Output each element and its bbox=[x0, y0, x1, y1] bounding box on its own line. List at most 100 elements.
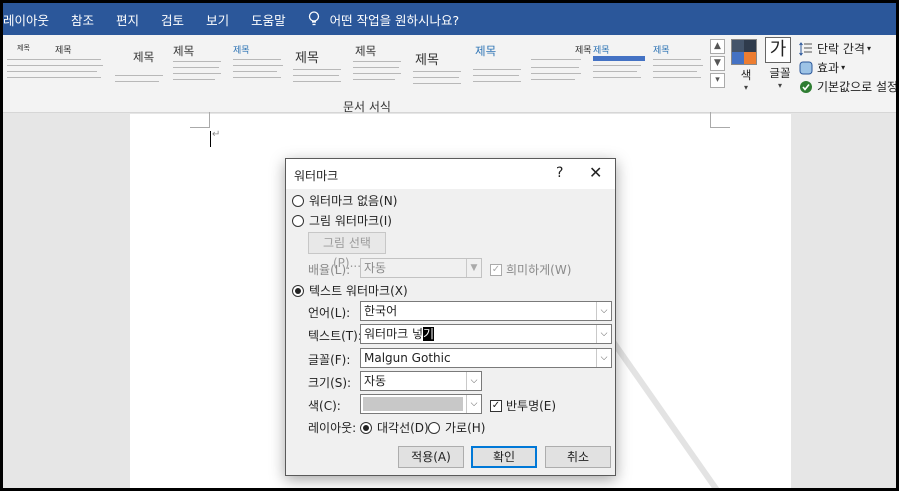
gallery-more-icon[interactable]: ▾ bbox=[710, 73, 725, 88]
menu-view[interactable]: 보기 bbox=[206, 10, 229, 29]
horizontal-label: 가로(H) bbox=[445, 421, 486, 435]
close-button[interactable]: ✕ bbox=[589, 163, 602, 182]
style-thumb[interactable]: 제목 bbox=[653, 41, 705, 91]
style-thumb[interactable]: 제목 bbox=[473, 41, 525, 91]
ribbon: 제목 제목 제목 제목 제목 제목 제목 제목 제목 제목 제목 제목 ▲ ▼ … bbox=[3, 35, 896, 114]
semitransparent-option[interactable]: ✓ 반투명(E) bbox=[490, 397, 556, 414]
size-value: 자동 bbox=[364, 374, 387, 388]
text-label: 텍스트(T): bbox=[308, 329, 362, 343]
text-watermark-option[interactable]: 텍스트 워터마크(X) bbox=[292, 282, 408, 299]
paragraph-spacing-label: 단락 간격 bbox=[817, 42, 865, 56]
picture-watermark-label: 그림 워터마크(I) bbox=[309, 214, 392, 228]
style-thumb-title: 제목 bbox=[475, 44, 497, 58]
text-value-selection: 기 bbox=[423, 327, 435, 341]
horizontal-option[interactable]: 가로(H) bbox=[428, 419, 485, 436]
picture-watermark-option[interactable]: 그림 워터마크(I) bbox=[292, 212, 392, 229]
font-label: 글꼴(F): bbox=[308, 353, 351, 367]
style-thumb-title: 제목 bbox=[173, 44, 195, 58]
style-thumb[interactable]: 제목 bbox=[7, 41, 59, 91]
tell-me-box[interactable]: 어떤 작업을 원하시나요? bbox=[308, 10, 460, 29]
style-thumb[interactable]: 제목 bbox=[593, 41, 645, 91]
semitransparent-checkbox[interactable]: ✓ bbox=[490, 399, 502, 412]
chevron-down-icon: ▼ bbox=[466, 259, 481, 277]
tell-me-label: 어떤 작업을 원하시나요? bbox=[329, 12, 460, 28]
cancel-button[interactable]: 취소 bbox=[545, 446, 611, 468]
size-label: 크기(S): bbox=[308, 376, 352, 390]
gallery-down-icon[interactable]: ▼ bbox=[710, 56, 725, 71]
margin-corner bbox=[710, 112, 730, 128]
size-combo[interactable]: 자동 ⌵ bbox=[360, 371, 482, 391]
font-value: Malgun Gothic bbox=[364, 351, 451, 365]
lightbulb-icon bbox=[308, 11, 319, 26]
paragraph-spacing-button[interactable]: 단락 간격 ▾ bbox=[799, 39, 896, 58]
style-thumb[interactable]: 제목 bbox=[531, 41, 592, 91]
dialog-title: 워터마크 bbox=[294, 169, 339, 183]
set-default-button[interactable]: 기본값으로 설정 bbox=[799, 77, 896, 96]
effects-button[interactable]: 효과 ▾ bbox=[799, 58, 896, 77]
style-thumb[interactable]: 제목 bbox=[115, 41, 167, 91]
diagonal-label: 대각선(D) bbox=[377, 421, 429, 435]
style-set-gallery: 제목 제목 제목 제목 제목 제목 제목 제목 제목 제목 제목 제목 bbox=[3, 39, 709, 95]
diagonal-option[interactable]: 대각선(D) bbox=[360, 419, 429, 436]
chevron-down-icon: ⌵ bbox=[596, 349, 611, 367]
style-thumb[interactable]: 제목 bbox=[233, 41, 285, 91]
chevron-down-icon: ▾ bbox=[841, 63, 846, 72]
checkmark-icon bbox=[800, 80, 812, 93]
style-thumb[interactable]: 제목 bbox=[53, 41, 105, 91]
menu-mailings[interactable]: 편지 bbox=[116, 10, 139, 29]
style-thumb[interactable]: 제목 bbox=[353, 41, 405, 91]
fonts-button[interactable]: 가 글꼴 ▾ bbox=[765, 37, 795, 90]
dialog-titlebar: 워터마크 ? ✕ bbox=[286, 159, 615, 189]
color-combo[interactable]: ⌵ bbox=[360, 394, 482, 414]
picture-watermark-radio[interactable] bbox=[292, 214, 304, 227]
text-value: 워터마크 넣 bbox=[364, 327, 424, 341]
washout-checkbox[interactable]: ✓ bbox=[490, 263, 502, 276]
menu-layout[interactable]: 레이아웃 bbox=[3, 10, 49, 29]
scale-combo[interactable]: 자동 ▼ bbox=[360, 258, 482, 278]
style-thumb-title: 제목 bbox=[653, 46, 670, 56]
style-thumb[interactable]: 제목 bbox=[293, 41, 345, 91]
language-combo[interactable]: 한국어 ⌵ bbox=[360, 301, 612, 321]
style-thumb-title: 제목 bbox=[233, 46, 250, 56]
no-watermark-label: 워터마크 없음(N) bbox=[309, 194, 398, 208]
style-thumb-title: 제목 bbox=[17, 44, 30, 52]
menu-references[interactable]: 참조 bbox=[71, 10, 94, 29]
chevron-down-icon: ⌵ bbox=[466, 395, 481, 413]
style-thumb[interactable]: 제목 bbox=[413, 41, 465, 91]
apply-button[interactable]: 적용(A) bbox=[398, 446, 464, 468]
style-thumb-title: 제목 bbox=[575, 46, 592, 56]
style-thumb-title: 제목 bbox=[355, 44, 377, 58]
paragraph-mark-icon: ↵ bbox=[212, 129, 221, 140]
gallery-up-icon[interactable]: ▲ bbox=[710, 39, 725, 54]
fonts-label: 글꼴 bbox=[769, 66, 791, 80]
select-picture-button[interactable]: 그림 선택(P)... bbox=[308, 232, 386, 270]
menu-bar: 레이아웃 참조 편지 검토 보기 도움말 어떤 작업을 원하시나요? bbox=[3, 3, 896, 35]
no-watermark-radio[interactable] bbox=[292, 194, 304, 207]
text-watermark-radio[interactable] bbox=[292, 284, 304, 297]
washout-label: 희미하게(W) bbox=[506, 263, 572, 277]
washout-option[interactable]: ✓ 희미하게(W) bbox=[490, 261, 571, 278]
style-thumb[interactable]: 제목 bbox=[173, 41, 225, 91]
style-thumb-title: 제목 bbox=[55, 46, 72, 56]
chevron-down-icon: ⌵ bbox=[596, 325, 611, 343]
style-thumb-title: 제목 bbox=[415, 53, 439, 68]
style-thumb-title: 제목 bbox=[133, 50, 155, 64]
help-button[interactable]: ? bbox=[556, 165, 563, 181]
diagonal-radio[interactable] bbox=[360, 421, 372, 434]
paragraph-spacing-icon bbox=[799, 41, 812, 56]
menu-help[interactable]: 도움말 bbox=[251, 10, 286, 29]
no-watermark-option[interactable]: 워터마크 없음(N) bbox=[292, 192, 397, 209]
chevron-down-icon: ▾ bbox=[743, 83, 748, 92]
colors-button[interactable]: 색 ▾ bbox=[731, 39, 761, 92]
group-label-document-formatting: 문서 서식 bbox=[343, 100, 391, 114]
ok-button[interactable]: 확인 bbox=[471, 446, 537, 468]
word-window: 레이아웃 참조 편지 검토 보기 도움말 어떤 작업을 원하시나요? 제목 제목 bbox=[3, 3, 896, 488]
horizontal-radio[interactable] bbox=[428, 421, 440, 434]
chevron-down-icon: ⌵ bbox=[596, 302, 611, 320]
menu-review[interactable]: 검토 bbox=[161, 10, 184, 29]
color-label: 색(C): bbox=[308, 399, 341, 413]
chevron-down-icon: ⌵ bbox=[466, 372, 481, 390]
font-combo[interactable]: Malgun Gothic ⌵ bbox=[360, 348, 612, 368]
text-caret bbox=[210, 131, 211, 147]
text-combo[interactable]: 워터마크 넣기 ⌵ bbox=[360, 324, 612, 344]
